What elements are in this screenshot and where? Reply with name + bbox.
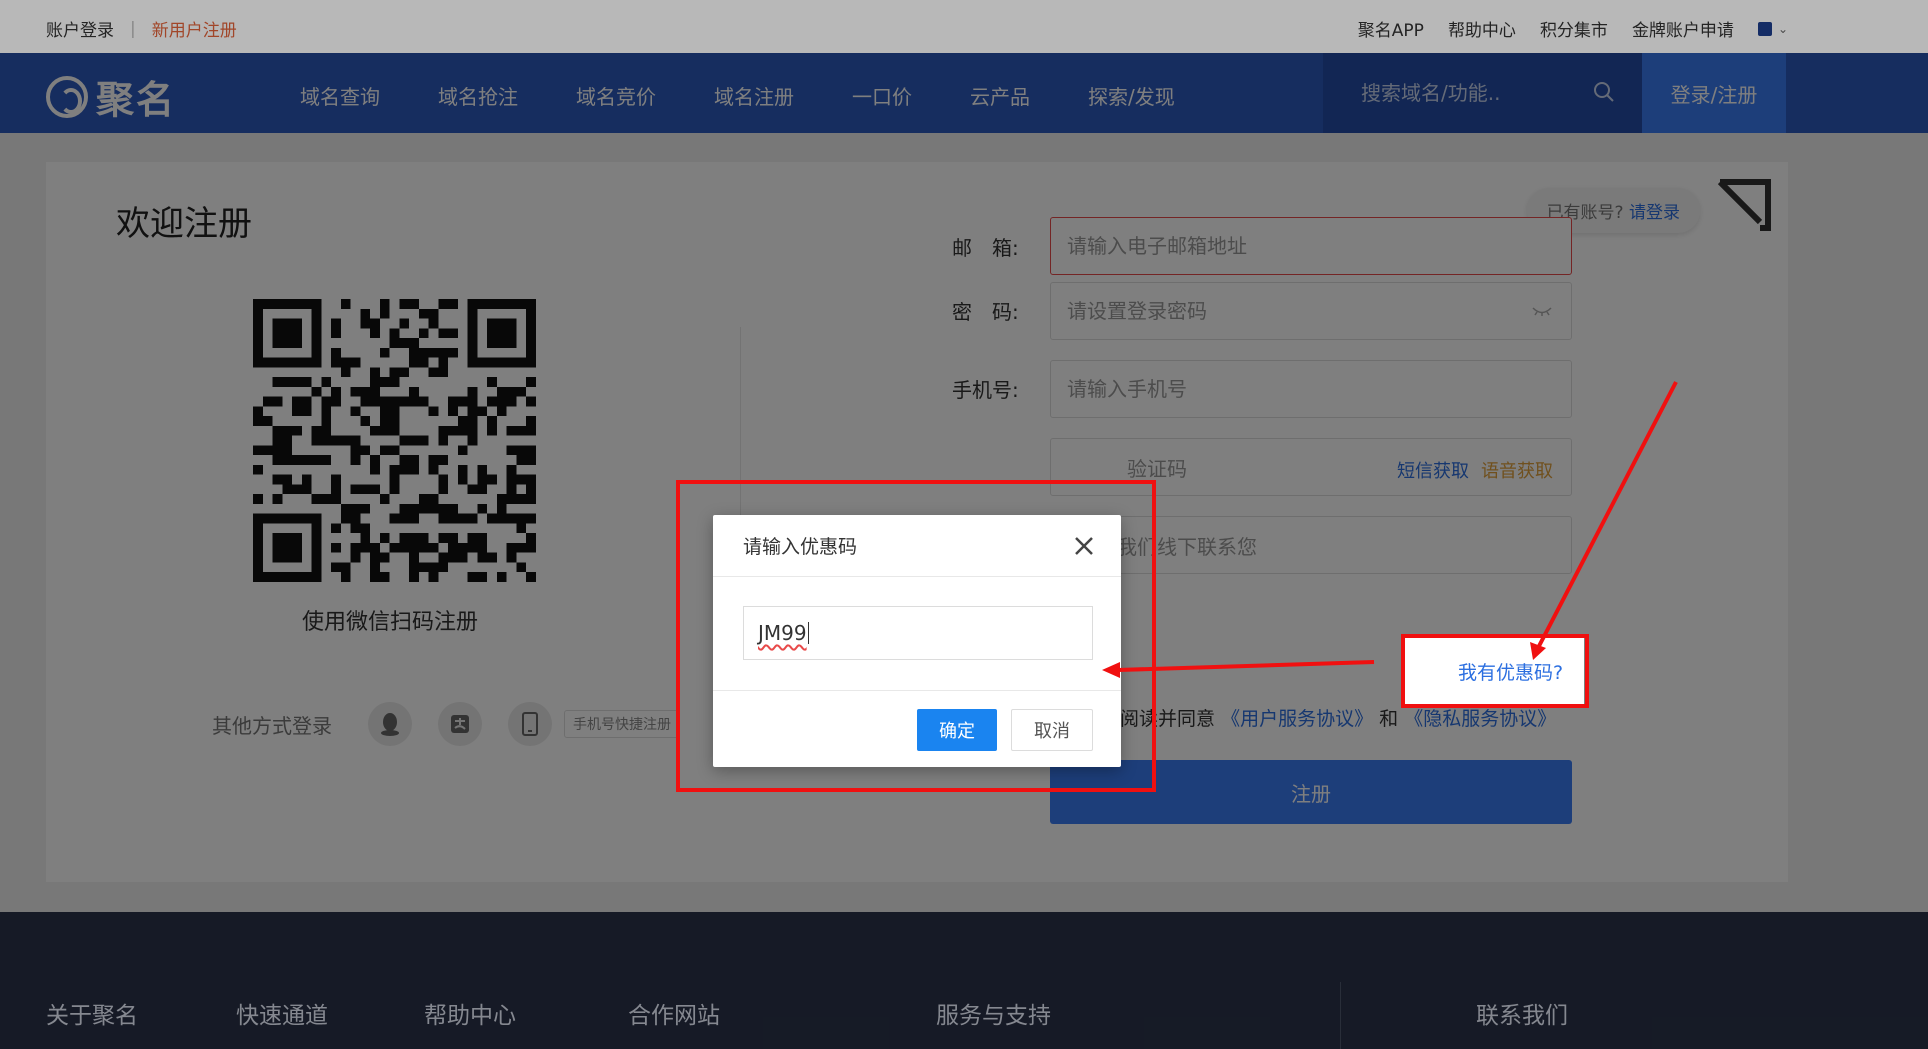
modal-backdrop-bottom — [0, 912, 1928, 1049]
annotation-box-coupon — [1401, 634, 1589, 708]
annotation-box-modal — [676, 480, 1156, 792]
modal-backdrop-top — [0, 0, 1928, 53]
